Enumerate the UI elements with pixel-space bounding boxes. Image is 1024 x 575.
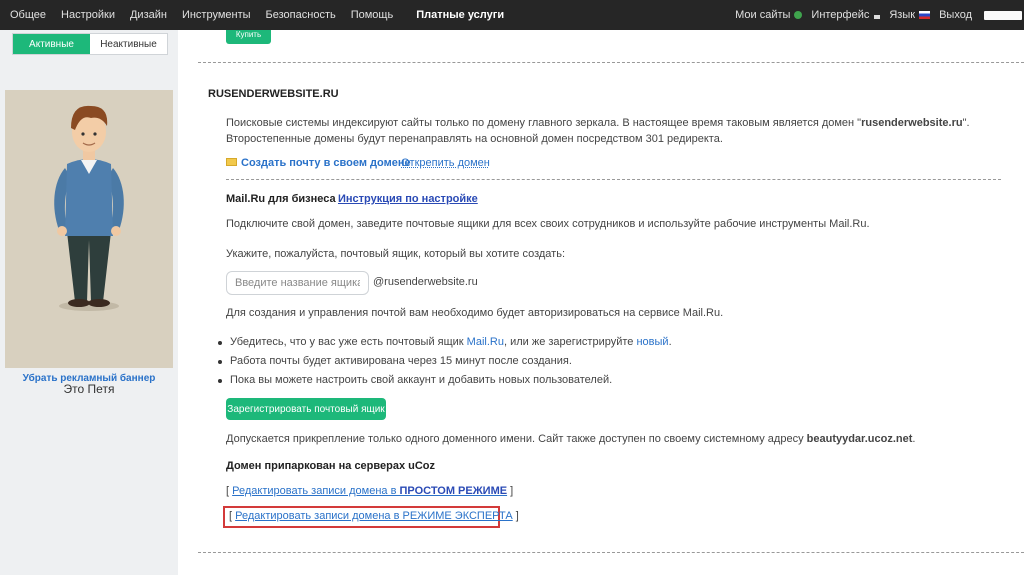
menu-settings[interactable]: Настройки: [61, 9, 115, 21]
simple-mode-label: ПРОСТОМ РЕЖИМЕ: [399, 485, 508, 497]
list-item: Пока вы можете настроить свой аккаунт и …: [218, 374, 672, 393]
banner-caption: Это Петя: [63, 382, 115, 396]
mirror-domain: rusenderwebsite.ru: [861, 117, 963, 129]
language-label: Язык: [889, 9, 916, 21]
create-mail-link[interactable]: Создать почту в своем домене: [241, 157, 411, 169]
mailru-business-title: Mail.Ru для бизнеса: [226, 193, 336, 205]
banner-tabs: Активные Неактивные: [12, 33, 168, 55]
globe-icon: [794, 11, 803, 19]
setup-instruction-link[interactable]: Инструкция по настройке: [338, 193, 478, 205]
edit-expert-mode-link[interactable]: Редактировать записи домена в РЕЖИМЕ ЭКС…: [235, 510, 513, 522]
edit-simple-row: [ Редактировать записи домена в ПРОСТОМ …: [226, 485, 513, 497]
one-domain-description: Допускается прикрепление только одного д…: [226, 433, 915, 445]
list-item: Работа почты будет активирована через 15…: [218, 355, 672, 374]
section-divider-2: [226, 179, 1001, 180]
menu-tools[interactable]: Инструменты: [182, 9, 251, 21]
main-content: Купить RUSENDERWEBSITE.RU Поисковые сист…: [178, 30, 1024, 575]
parked-title: Домен припаркован на серверах uCoz: [226, 460, 436, 472]
my-sites-label: Мои сайты: [735, 9, 791, 21]
tab-inactive[interactable]: Неактивные: [90, 34, 167, 54]
logout-link[interactable]: Выход: [939, 9, 972, 21]
mirror-text-end: ".: [962, 117, 970, 129]
menu-security[interactable]: Безопасность: [266, 9, 336, 21]
unpin-domain-link[interactable]: Открепить домен: [401, 157, 490, 169]
envelope-icon: [226, 158, 237, 166]
redirect-description: Второстепенные домены будут перенаправля…: [226, 133, 723, 145]
russian-flag-icon: [919, 11, 931, 19]
menu-general[interactable]: Общее: [10, 9, 46, 21]
register-new-link[interactable]: новый: [636, 336, 668, 348]
bullet-text: , или же зарегистрируйте: [503, 336, 637, 348]
system-address: beautyydar.ucoz.net: [806, 433, 913, 445]
buy-button[interactable]: Купить: [226, 30, 271, 44]
section-divider-3: [198, 552, 1024, 553]
menu-help[interactable]: Помощь: [351, 9, 394, 21]
language-link[interactable]: Язык: [889, 9, 931, 21]
mirror-description: Поисковые системы индексируют сайты толь…: [226, 117, 970, 129]
top-navigation-bar: Общее Настройки Дизайн Инструменты Безоп…: [0, 0, 1024, 30]
list-item: Убедитесь, что у вас уже есть почтовый я…: [218, 336, 672, 355]
domain-suffix: @rusenderwebsite.ru: [373, 276, 478, 288]
user-account-box[interactable]: [984, 10, 1022, 20]
cartoon-man-illustration: [54, 105, 124, 311]
monitor-icon: [874, 14, 881, 19]
bracket-close: ]: [512, 510, 519, 522]
menu-design[interactable]: Дизайн: [130, 9, 167, 21]
main-menu: Общее Настройки Дизайн Инструменты Безоп…: [0, 0, 509, 30]
bracket-close: ]: [507, 485, 514, 497]
interface-label: Интерфейс: [811, 9, 870, 21]
edit-expert-row: [ Редактировать записи домена в РЕЖИМЕ Э…: [229, 510, 519, 522]
auth-description: Для создания и управления почтой вам нео…: [226, 307, 724, 319]
connect-description: Подключите свой домен, заведите почтовые…: [226, 218, 870, 230]
ad-banner[interactable]: Это Петя: [5, 90, 173, 396]
bullet-text: .: [668, 336, 672, 348]
one-domain-text: Допускается прикрепление только одного д…: [226, 433, 807, 445]
logout-label: Выход: [939, 9, 972, 21]
remove-banner-link[interactable]: Убрать рекламный баннер: [0, 373, 178, 384]
section-divider: [198, 62, 1024, 63]
one-domain-end: .: [912, 433, 916, 445]
domain-title: RUSENDERWEBSITE.RU: [208, 88, 339, 100]
edit-simple-mode-link[interactable]: Редактировать записи домена в ПРОСТОМ РЕ…: [232, 485, 507, 497]
interface-link[interactable]: Интерфейс: [811, 9, 881, 21]
mailru-link[interactable]: Mail.Ru: [467, 336, 504, 348]
sidebar: Активные Неактивные Это Петя Убрать рекл…: [0, 30, 178, 575]
mailbox-name-input[interactable]: [226, 271, 369, 295]
tab-active[interactable]: Активные: [13, 34, 90, 54]
register-mailbox-button[interactable]: Зарегистрировать почтовый ящик: [226, 398, 386, 420]
info-list: Убедитесь, что у вас уже есть почтовый я…: [218, 336, 672, 393]
edit-simple-text: Редактировать записи домена в: [232, 485, 400, 497]
bullet-text: Убедитесь, что у вас уже есть почтовый я…: [230, 336, 467, 348]
mirror-text: Поисковые системы индексируют сайты толь…: [226, 117, 862, 129]
specify-mailbox-text: Укажите, пожалуйста, почтовый ящик, кото…: [226, 248, 566, 260]
my-sites-link[interactable]: Мои сайты: [735, 9, 803, 21]
user-menu: Мои сайты Интерфейс Язык Выход: [726, 0, 1024, 30]
menu-paid-services[interactable]: Платные услуги: [416, 9, 504, 21]
